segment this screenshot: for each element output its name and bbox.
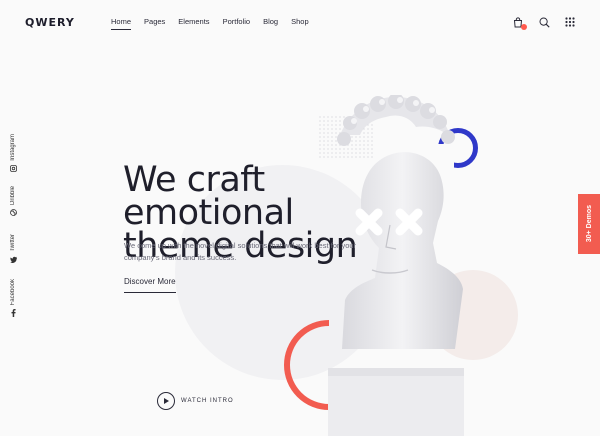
- dribbble-icon: [9, 209, 17, 218]
- social-facebook-label: Facebook: [10, 279, 16, 306]
- social-twitter[interactable]: Twitter: [6, 234, 20, 265]
- hero-description: We come up with the novel digital soluti…: [124, 241, 357, 262]
- watch-intro-button[interactable]: WATCH INTRO: [157, 392, 234, 410]
- demos-tab-label: 30+ Demos: [585, 205, 593, 243]
- nav-item-blog[interactable]: Blog: [263, 17, 278, 26]
- instagram-icon: [9, 164, 17, 174]
- social-dribble[interactable]: Dribble: [6, 186, 20, 218]
- play-icon: [157, 392, 175, 410]
- cart-badge: [521, 24, 527, 30]
- demos-side-tab[interactable]: 30+ Demos: [578, 194, 600, 254]
- watch-intro-label: WATCH INTRO: [181, 398, 234, 404]
- social-facebook[interactable]: Facebook: [6, 279, 20, 319]
- search-icon[interactable]: [538, 16, 550, 28]
- nav-item-shop[interactable]: Shop: [291, 17, 309, 26]
- social-instagram-label: Instagram: [10, 134, 16, 161]
- social-instagram[interactable]: Instagram: [6, 134, 20, 174]
- grid-menu-icon[interactable]: [564, 16, 576, 28]
- social-dribble-label: Dribble: [10, 186, 16, 206]
- hero-title-line-1: We craft emotional: [123, 160, 294, 233]
- nav-item-portfolio[interactable]: Portfolio: [223, 17, 251, 26]
- nav-item-pages[interactable]: Pages: [144, 17, 165, 26]
- cart-icon[interactable]: [512, 16, 527, 30]
- twitter-icon: [9, 256, 17, 265]
- nav-item-home[interactable]: Home: [111, 17, 132, 30]
- social-links: Instagram Dribble Twitter Facebook: [6, 134, 20, 324]
- nav-item-elements[interactable]: Elements: [178, 17, 209, 26]
- social-twitter-label: Twitter: [10, 234, 16, 252]
- main-nav: Home Pages Elements Portfolio Blog Shop: [111, 17, 309, 30]
- discover-more-link[interactable]: Discover More: [124, 277, 176, 293]
- facebook-icon: [11, 309, 16, 319]
- site-header: QWERY Home Pages Elements Portfolio Blog…: [0, 0, 600, 44]
- header-icons: [512, 16, 576, 30]
- site-logo[interactable]: QWERY: [25, 16, 75, 29]
